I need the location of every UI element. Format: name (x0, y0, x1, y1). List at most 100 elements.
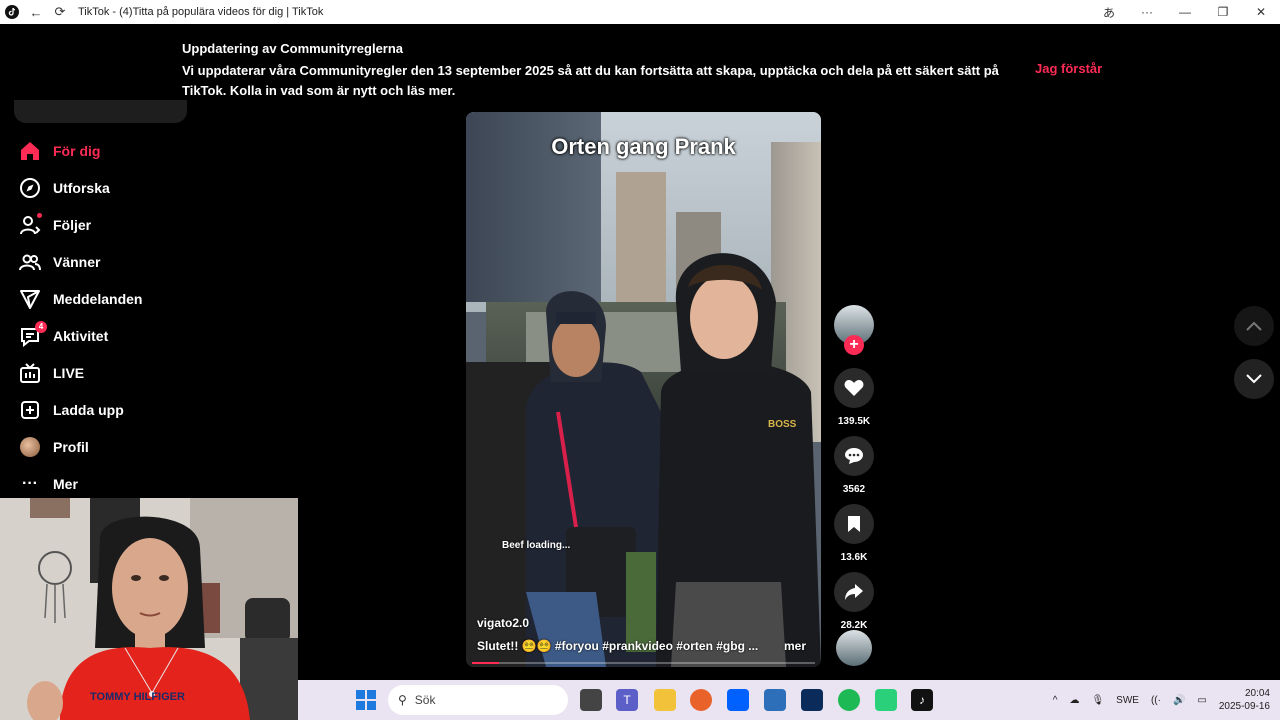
sidebar-item-label: Vänner (53, 253, 101, 270)
video-caption: Slutet!! 😵‍💫😵‍💫 #foryou #prankvideo #ort… (477, 639, 759, 653)
sidebar-item-live[interactable]: LIVE (18, 354, 218, 391)
chat-app-icon[interactable] (875, 689, 897, 711)
window-titlebar: ← ⟳ TikTok - (4)Titta på populära videos… (0, 0, 1280, 24)
comment-count: 3562 (842, 484, 866, 495)
svg-text:TOMMY HILFIGER: TOMMY HILFIGER (90, 691, 185, 703)
taskbar-clock[interactable]: 20:04 2025-09-16 (1219, 687, 1270, 713)
sidebar-item-profile[interactable]: Profil (18, 428, 218, 465)
notification-dot (37, 212, 42, 218)
activity-badge: 4 (35, 320, 47, 333)
task-view-icon[interactable] (580, 689, 602, 711)
sidebar-item-upload[interactable]: Ladda upp (18, 391, 218, 428)
back-arrow-icon[interactable]: ← (24, 0, 48, 24)
previous-video-button[interactable] (1234, 306, 1274, 346)
search-icon: ⚲ (398, 693, 407, 707)
chevron-down-icon (1246, 374, 1262, 384)
wifi-icon[interactable]: ((· (1151, 695, 1161, 706)
video-progress-bar[interactable] (472, 662, 815, 664)
sidebar-item-messages[interactable]: Meddelanden (18, 280, 218, 317)
spotify-icon[interactable] (838, 689, 860, 711)
sidebar-nav: För dig Utforska Följer Vänner Meddeland… (18, 132, 218, 502)
file-explorer-icon[interactable] (654, 689, 676, 711)
save-button[interactable] (834, 504, 874, 544)
comment-button[interactable] (834, 436, 874, 476)
store-icon[interactable] (764, 689, 786, 711)
restore-button[interactable]: ❐ (1204, 5, 1242, 19)
video-progress-fill (472, 662, 500, 664)
more-options-icon[interactable]: ··· (1128, 5, 1166, 19)
reload-icon[interactable]: ⟳ (48, 0, 72, 24)
creator-avatar[interactable]: + (834, 305, 874, 355)
video-player[interactable]: BOSS Orten gang Prank Beef loading... vi… (466, 112, 821, 667)
sidebar-item-label: Profil (53, 438, 89, 455)
video-username[interactable]: vigato2.0 (477, 616, 529, 630)
taskbar-search-placeholder: Sök (414, 693, 436, 707)
save-count: 13.6K (840, 552, 868, 563)
more-dots-icon: ··· (22, 474, 38, 492)
follow-plus-icon[interactable]: + (844, 335, 864, 355)
clock-time: 20:04 (1244, 688, 1270, 699)
sidebar-item-label: Aktivitet (53, 327, 109, 344)
bookmark-icon (848, 516, 860, 532)
sidebar-item-label: Följer (53, 216, 92, 233)
sidebar-item-label: Meddelanden (53, 290, 143, 307)
activity-icon: 4 (18, 320, 47, 348)
compass-icon (18, 176, 42, 200)
like-count: 139.5K (837, 416, 871, 427)
caption-more-link[interactable]: mer (784, 639, 806, 653)
webcam-overlay: TOMMY HILFIGER (0, 498, 298, 720)
start-button[interactable] (356, 690, 376, 710)
sidebar-item-more[interactable]: ··· Mer (18, 465, 218, 502)
video-overlay-text: Beef loading... (502, 540, 571, 551)
next-video-button[interactable] (1234, 359, 1274, 399)
sidebar-item-label: Utforska (53, 179, 110, 196)
tiktok-logo-icon (0, 0, 24, 24)
sidebar-item-explore[interactable]: Utforska (18, 169, 218, 206)
banner-title: Uppdatering av Communityreglerna (182, 41, 404, 56)
app-icon[interactable] (801, 689, 823, 711)
sidebar-item-friends[interactable]: Vänner (18, 243, 218, 280)
window-title: TikTok - (4)Titta på populära videos för… (78, 6, 324, 18)
friends-icon (18, 250, 42, 274)
translate-icon[interactable]: あ (1090, 4, 1128, 21)
teams-icon[interactable]: T (616, 689, 638, 711)
system-tray: ^ ☁ 🎙 SWE ((· 🔊 ▭ 20:04 2025-09-16 (1053, 680, 1280, 720)
dropbox-icon[interactable] (727, 689, 749, 711)
sidebar-item-label: Ladda upp (53, 401, 124, 418)
microphone-icon[interactable]: 🎙 (1091, 695, 1104, 706)
battery-icon[interactable]: ▭ (1197, 695, 1206, 706)
firefox-icon[interactable] (690, 689, 712, 711)
sidebar-item-label: För dig (53, 142, 101, 159)
onedrive-icon[interactable]: ☁ (1069, 695, 1079, 706)
sidebar-item-activity[interactable]: 4 Aktivitet (18, 317, 218, 354)
user-follow-icon (18, 212, 42, 237)
share-button[interactable] (834, 572, 874, 612)
volume-icon[interactable]: 🔊 (1173, 695, 1185, 706)
language-indicator[interactable]: SWE (1116, 695, 1139, 706)
sidebar-item-for-you[interactable]: För dig (18, 132, 218, 169)
profile-avatar (18, 435, 42, 459)
heart-icon (844, 380, 864, 396)
windows-taskbar: ⚲ Sök T ♪ ^ ☁ 🎙 SWE ((· 🔊 ▭ 20:04 2025-0… (298, 680, 1280, 720)
chevron-up-icon (1246, 321, 1262, 331)
banner-accept-button[interactable]: Jag förstår (1035, 61, 1102, 76)
banner-text: Vi uppdaterar våra Communityregler den 1… (182, 63, 999, 98)
taskbar-search[interactable]: ⚲ Sök (388, 685, 568, 715)
like-button[interactable] (834, 368, 874, 408)
minimize-button[interactable]: — (1166, 5, 1204, 19)
sidebar-item-following[interactable]: Följer (18, 206, 218, 243)
comment-icon (845, 448, 863, 464)
sidebar-item-label: LIVE (53, 364, 85, 381)
share-arrow-icon (845, 584, 863, 600)
sound-avatar[interactable] (836, 630, 872, 666)
tiktok-app-icon[interactable]: ♪ (911, 689, 933, 711)
home-icon (18, 139, 42, 163)
clock-date: 2025-09-16 (1218, 701, 1270, 712)
send-icon (18, 287, 42, 311)
search-input[interactable] (14, 100, 187, 123)
video-overlay-title: Orten gang Prank (551, 134, 736, 159)
video-actions: + 139.5K 3562 13.6K 28.2K (834, 305, 874, 640)
community-update-banner: Uppdatering av Communityreglerna Vi uppd… (0, 24, 1280, 100)
close-button[interactable]: ✕ (1242, 5, 1280, 19)
tray-chevron-up-icon[interactable]: ^ (1053, 695, 1058, 706)
